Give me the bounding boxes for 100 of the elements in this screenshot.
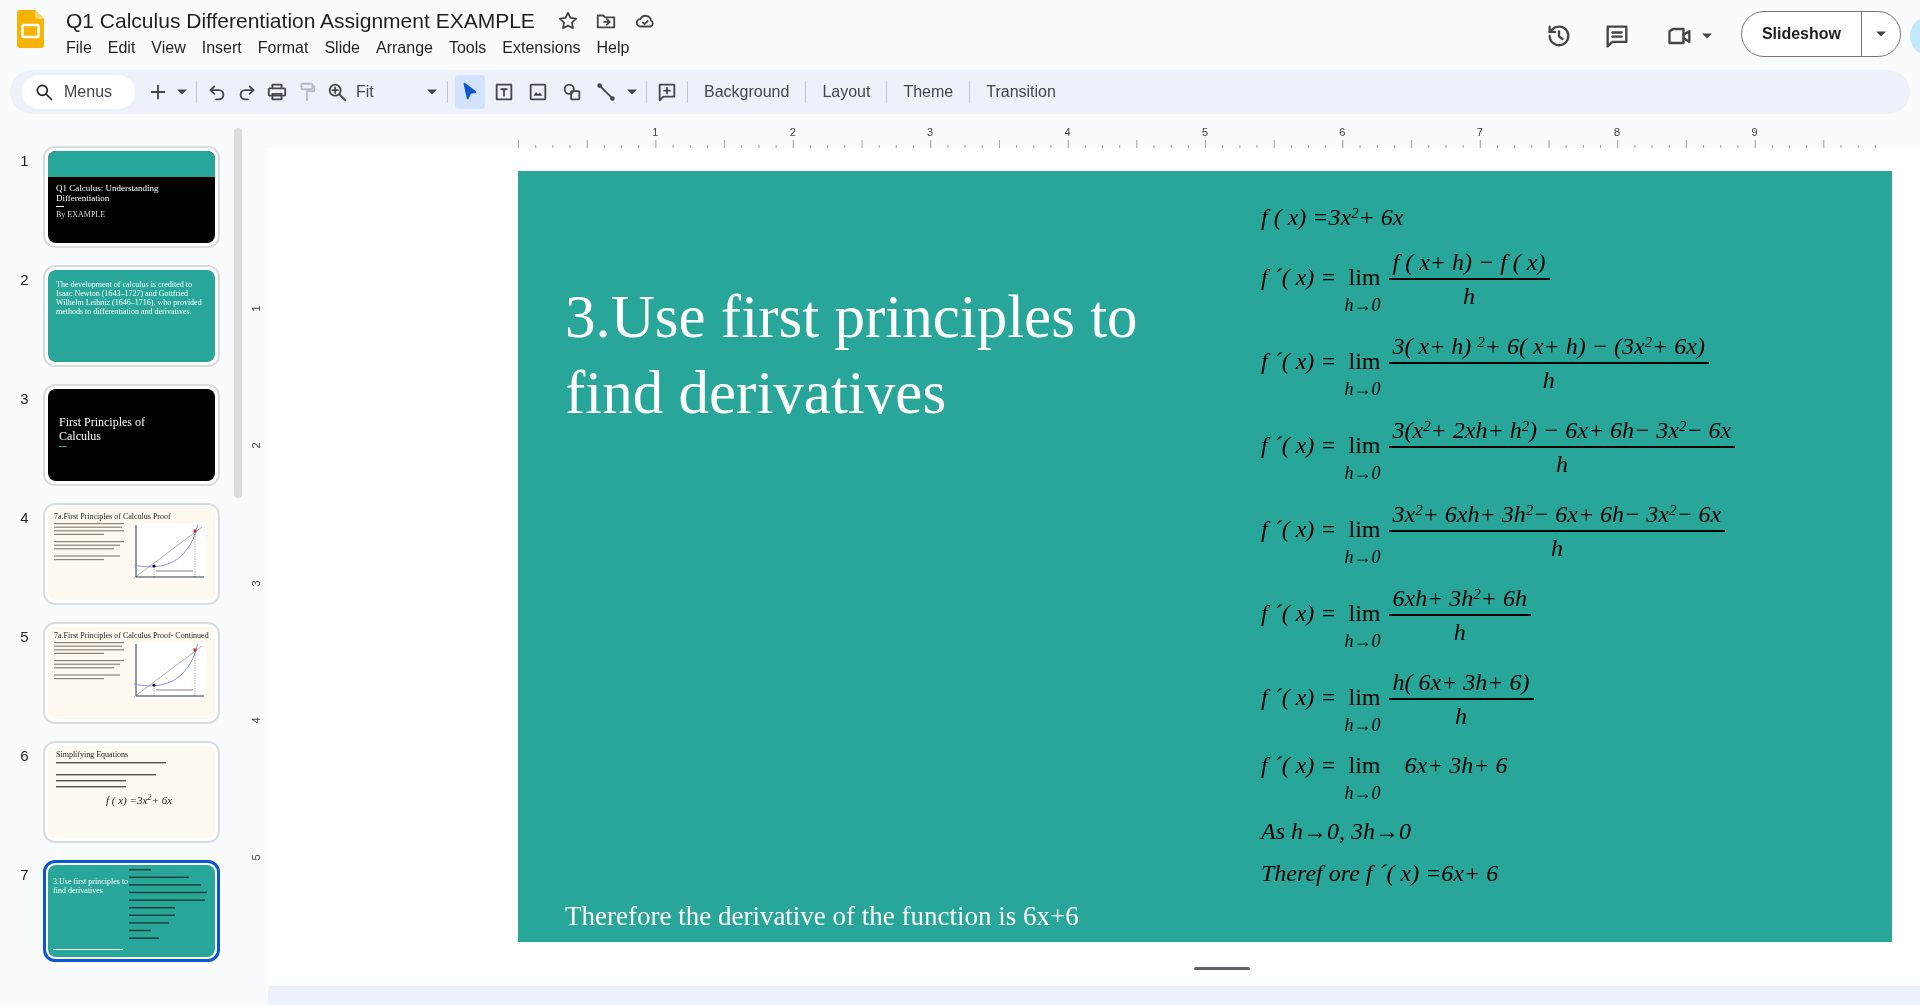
menu-item[interactable]: Insert — [201, 34, 250, 60]
menu-item[interactable]: Extensions — [502, 34, 589, 60]
menu-item[interactable]: Slide — [324, 34, 368, 60]
caret-icon — [626, 88, 638, 96]
limit-operator: lim — [1348, 347, 1381, 376]
zoom-dropdown[interactable]: Fit — [352, 75, 442, 109]
caret-icon — [1875, 30, 1887, 38]
menu-item[interactable]: View — [151, 34, 194, 60]
slide-thumbnail[interactable]: First Principles of Calculus — [43, 384, 220, 486]
equation: f ( x) =3x$^{2}$+ 6x — [1261, 203, 1404, 232]
limit-operator: lim — [1348, 683, 1381, 712]
slide-number: 4 — [19, 508, 30, 528]
ruler-number: 8 — [1614, 126, 1621, 138]
caret-icon[interactable] — [1700, 31, 1713, 40]
equation-lhs: f ´( x) = — [1261, 515, 1337, 544]
menu-item[interactable]: Arrange — [376, 34, 441, 60]
slide-footer-text: Therefore the derivative of the function is 6x+6 — [565, 899, 1080, 933]
numerator: 3x$^{2}$+ 6xh+ 3h$^{2}$− 6x+ 6h− 3x$^{2}$− 6x — [1391, 500, 1723, 529]
equation-lhs: f ´( x) = — [1261, 683, 1337, 712]
ruler-number: 4 — [1064, 126, 1071, 138]
menu-item[interactable]: Format — [257, 34, 317, 60]
image-icon — [527, 81, 549, 103]
numerator: 6xh+ 3h$^{2}$+ 6h — [1391, 584, 1528, 613]
cursor-button[interactable] — [455, 75, 485, 109]
limit-operator: lim — [1348, 599, 1381, 628]
menu-item[interactable]: File — [66, 34, 100, 60]
resize-handle[interactable] — [1194, 967, 1250, 970]
numerator: 3( x+ h) $^{2}$+ 6( x+ h) − (3x$^{2}$+ 6x) — [1391, 332, 1706, 361]
limit-operator: lim — [1348, 263, 1381, 292]
menu-item[interactable]: Edit — [107, 34, 144, 60]
toolbar-button[interactable]: Theme — [892, 80, 965, 104]
slide-subtitle: By EXAMPLE — [55, 209, 107, 219]
slide-title: 7a.First Principles of Calculus Proof- Continued — [53, 630, 210, 642]
limit-subscript: h→0 — [1344, 462, 1381, 485]
denominator: h — [1549, 534, 1564, 563]
star-icon[interactable] — [556, 10, 579, 32]
slide-thumbnail[interactable]: Simplifying Equations f ( x) =3x$^{2}$+ 6x — [43, 741, 220, 843]
limit-operator: lim — [1348, 515, 1381, 544]
text-line-drawing — [53, 949, 123, 951]
equation: As h→0, 3h→0 — [1261, 817, 1411, 846]
equation-lhs: f ´( x) = — [1261, 751, 1337, 780]
denominator: h — [1452, 618, 1467, 647]
document-title[interactable]: Q1 Calculus Differentiation Assignment EXAMPLE — [66, 8, 535, 34]
menu-item[interactable]: Help — [596, 34, 638, 60]
ruler-number: 3 — [249, 580, 264, 587]
slide-number: 7 — [19, 865, 30, 885]
limit-subscript: h→0 — [1344, 294, 1381, 317]
toolbar-button[interactable]: Background — [693, 80, 801, 104]
caret-icon — [176, 88, 188, 96]
slide-title: 3.Use first principles to find derivatives — [53, 876, 129, 897]
equation-lhs: f ´( x) = — [1261, 263, 1337, 292]
scrollbar[interactable] — [234, 128, 242, 498]
ruler-number: 2 — [789, 126, 796, 138]
zoom-in-icon — [326, 81, 348, 103]
slide-title: First Principles of Calculus — [58, 414, 146, 443]
ruler-number: 4 — [249, 717, 264, 724]
denominator: h — [1454, 702, 1468, 731]
search-menus-field[interactable]: Menus — [22, 75, 135, 109]
search-icon — [34, 82, 54, 102]
slide-thumbnail[interactable]: 7a.First Principles of Calculus Proof- Continued — [43, 622, 220, 724]
numerator: f ( x+ h) − f ( x) — [1391, 248, 1547, 277]
equation-lhs: f ´( x) = — [1261, 347, 1337, 376]
slide-title: Q1 Calculus: Understanding Differentiation — [55, 181, 160, 203]
text-box-icon — [493, 81, 515, 103]
denominator: h — [1462, 282, 1476, 311]
equation-lhs: f ´( x) = — [1261, 431, 1337, 460]
ruler-number: 6 — [1339, 126, 1346, 138]
limit-subscript: h→0 — [1344, 782, 1381, 805]
line-icon — [595, 81, 617, 103]
slide-title: Simplifying Equations — [55, 749, 130, 761]
comment-plus-icon — [656, 81, 678, 103]
slide-number: 3 — [19, 389, 30, 409]
slide-number: 2 — [19, 270, 30, 290]
printer-icon — [266, 81, 288, 103]
slide-thumbnail[interactable]: 7a.First Principles of Calculus Proof — [43, 503, 220, 605]
slide-title: 7a.First Principles of Calculus Proof — [53, 511, 172, 523]
denominator: h — [1554, 450, 1569, 479]
numerator: h( 6x+ 3h+ 6) — [1391, 668, 1531, 697]
slide-body-text: The development of calculus is credited to Isaac Newton (1643–1727) and Gottfried Wilhelm Leibniz (1646–1716), who provided methods to differentiation and derivatives. — [55, 279, 203, 316]
limit-operator: lim — [1348, 431, 1381, 460]
slide-thumbnail[interactable]: Q1 Calculus: Understanding Differentiation By EXAMPLE — [43, 146, 220, 248]
slide-number: 5 — [19, 627, 30, 647]
ruler-number: 3 — [927, 126, 934, 138]
ruler-number: 5 — [1201, 126, 1208, 138]
caret-icon — [426, 88, 438, 96]
menu-item[interactable]: Tools — [448, 34, 495, 60]
text-lines-drawing — [54, 523, 126, 563]
toolbar-button[interactable]: Layout — [811, 80, 882, 104]
slide-number: 6 — [19, 746, 30, 766]
limit-subscript: h→0 — [1344, 630, 1381, 653]
limit-subscript: h→0 — [1344, 378, 1381, 401]
shapes-icon — [561, 81, 583, 103]
limit-operator: lim — [1348, 751, 1381, 780]
equation: f ( x) =3x$^{2}$+ 6x — [105, 792, 173, 808]
ruler-number: 5 — [249, 854, 264, 861]
toolbar-button[interactable]: Transition — [975, 80, 1067, 104]
denominator: h — [1541, 366, 1556, 395]
ruler-number: 1 — [652, 126, 659, 138]
equation: Theref ore f ´( x) =6x+ 6 — [1261, 859, 1499, 888]
ruler-number: 1 — [249, 305, 264, 312]
